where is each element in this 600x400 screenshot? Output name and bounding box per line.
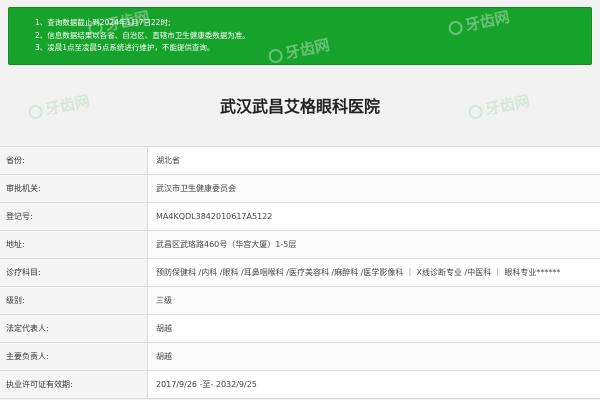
detail-value: 预防保健科 /内科 /眼科 /耳鼻咽喉科 /医疗美容科 /麻醉科 /医学影像科 … bbox=[148, 259, 600, 286]
detail-label: 法定代表人: bbox=[0, 315, 148, 342]
hospital-name-title: 武汉武昌艾格眼科医院 bbox=[219, 97, 380, 116]
notice-line: 2、信息数据结果以各省、自治区、直辖市卫生健康委数据为准。 bbox=[35, 30, 250, 40]
detail-value: 2017/9/26 -至- 2032/9/25 bbox=[148, 371, 600, 398]
page: 1、查询数据截止到2024年1月7日22时; 2、信息数据结果以各省、自治区、直… bbox=[0, 0, 600, 400]
detail-value: MA4KQDL3842010617A5122 bbox=[148, 203, 600, 230]
detail-label: 登记号: bbox=[0, 203, 148, 230]
detail-row-registration-number: 登记号: MA4KQDL3842010617A5122 bbox=[0, 203, 600, 231]
detail-row-principal: 主要负责人: 胡越 bbox=[0, 343, 600, 371]
detail-label: 地址: bbox=[0, 231, 148, 258]
detail-value: 三级 bbox=[148, 287, 600, 314]
detail-row-province: 省份: 湖北省 bbox=[0, 147, 600, 175]
detail-label: 主要负责人: bbox=[0, 343, 148, 370]
detail-row-address: 地址: 武昌区武珞路460号（华宫大厦）1-5层 bbox=[0, 231, 600, 259]
detail-row-level: 级别: 三级 bbox=[0, 287, 600, 315]
detail-row-departments: 诊疗科目: 预防保健科 /内科 /眼科 /耳鼻咽喉科 /医疗美容科 /麻醉科 /… bbox=[0, 259, 600, 287]
detail-label: 审批机关: bbox=[0, 175, 148, 202]
detail-value: 胡越 bbox=[148, 343, 600, 370]
detail-value: 武汉市卫生健康委员会 bbox=[148, 175, 600, 202]
notice-line: 1、查询数据截止到2024年1月7日22时; bbox=[35, 18, 171, 27]
notice-banner: 1、查询数据截止到2024年1月7日22时; 2、信息数据结果以各省、自治区、直… bbox=[8, 7, 592, 65]
detail-label: 诊疗科目: bbox=[0, 259, 148, 286]
detail-value: 胡越 bbox=[148, 315, 600, 342]
notice-line: 3、凌晨1点至凌晨5点系统进行维护，不能提供查询。 bbox=[35, 43, 215, 52]
detail-row-approval-authority: 审批机关: 武汉市卫生健康委员会 bbox=[0, 175, 600, 203]
detail-row-legal-representative: 法定代表人: 胡越 bbox=[0, 315, 600, 343]
detail-label: 执业许可证有效期: bbox=[0, 371, 148, 398]
detail-row-license-validity: 执业许可证有效期: 2017/9/26 -至- 2032/9/25 bbox=[0, 371, 600, 399]
detail-label: 省份: bbox=[0, 147, 148, 174]
detail-label: 级别: bbox=[0, 287, 148, 314]
detail-value: 武昌区武珞路460号（华宫大厦）1-5层 bbox=[148, 231, 600, 258]
hospital-details-table: 省份: 湖北省 审批机关: 武汉市卫生健康委员会 登记号: MA4KQDL384… bbox=[0, 146, 600, 399]
detail-value: 湖北省 bbox=[148, 147, 600, 174]
